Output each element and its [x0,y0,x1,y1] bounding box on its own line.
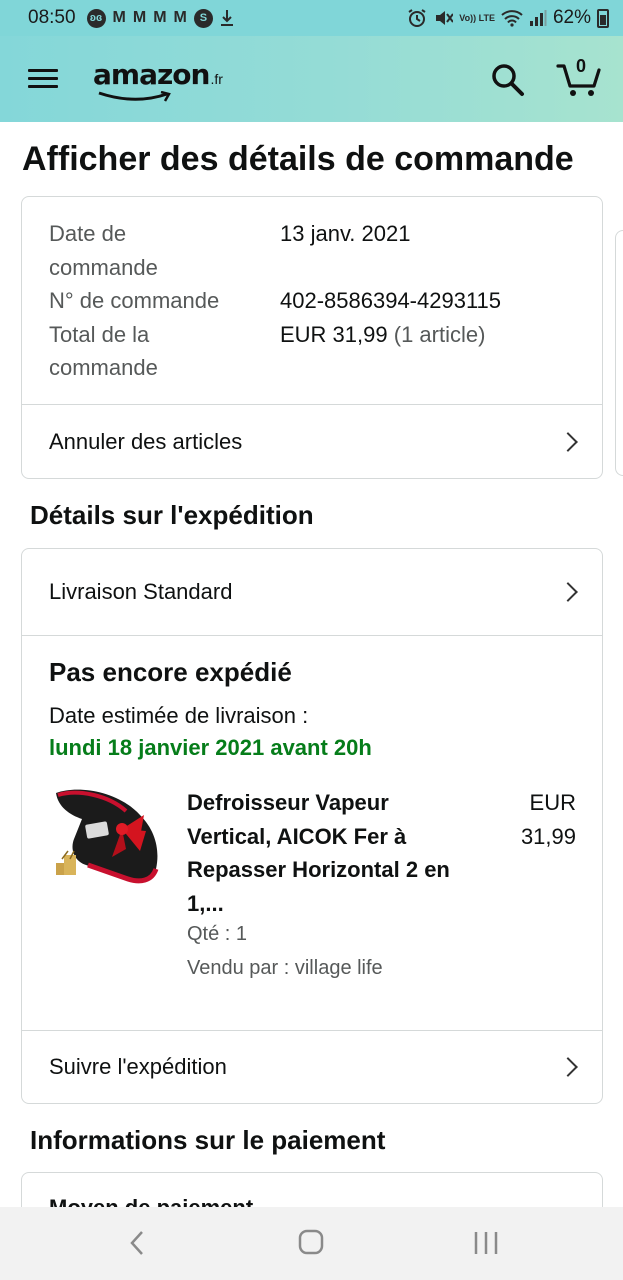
order-number-label: N° de commande [49,288,220,313]
battery-percent: 62% [552,7,591,28]
order-date-row: Date de commande 13 janv. 2021 [49,217,589,284]
product-quantity: Qté : 1 [187,923,248,945]
gmail-icon: M [153,9,167,26]
gmail-icon: M [173,9,187,26]
shazam-icon: S [193,8,213,28]
order-total-row: Total de la commande EUR 31,99 (1 articl… [49,318,589,385]
product-price: EUR 31,99 [494,786,576,853]
status-left: 08:50 ʚɞ M M M M S [28,7,234,29]
chevron-right-icon [558,1057,578,1077]
order-number-row: N° de commande 402-8586394-4293115 [49,284,589,318]
home-icon [298,1229,324,1255]
payment-section-title: Informations sur le paiement [30,1125,386,1155]
order-total-label: Total de la commande [49,321,158,381]
back-chevron-icon [130,1231,143,1255]
cancel-items-link[interactable]: Annuler des articles [22,405,602,479]
download-icon [220,9,234,27]
track-shipment-label: Suivre l'expédition [49,1054,227,1079]
product-seller: Vendu par : village life [187,957,383,979]
logo-word: amazon [93,58,210,91]
page-title: Afficher des détails de commande [22,140,574,178]
product-image[interactable] [48,785,164,895]
home-button[interactable] [291,1227,331,1259]
product-title-link[interactable]: Defroisseur Vapeur Vertical, AICOK Fer à… [187,786,457,920]
signal-icon [529,9,547,27]
order-total-amount: EUR 31,99 [280,321,388,347]
order-summary-grid: Date de commande 13 janv. 2021 N° de com… [49,217,589,385]
amazon-smile-icon [98,91,171,102]
next-card-edge [615,230,623,476]
mute-icon [433,8,454,28]
logo-tld: .fr [210,71,223,87]
amazon-logo[interactable]: amazon.fr [93,58,223,102]
app-header: amazon.fr 0 [0,36,623,122]
recents-icon [474,1232,498,1254]
search-button[interactable] [490,62,526,98]
cancel-items-label: Annuler des articles [49,429,243,454]
gmail-icon: M [112,9,126,26]
product-price-currency: EUR [529,790,576,815]
delivery-estimate-label: Date estimée de livraison : [49,703,309,728]
order-summary-card: Date de commande 13 janv. 2021 N° de com… [21,196,603,479]
shipping-card: Livraison Standard Pas encore expédié Da… [21,548,603,1104]
back-button[interactable] [118,1227,158,1259]
order-date-label: Date de commande [49,221,158,280]
chevron-right-icon [558,582,578,602]
volte-icon: Vo)) LTE [459,12,495,23]
order-number-value: 402-8586394-4293115 [280,288,502,313]
status-time: 08:50 [28,7,76,28]
product-price-amount: 31,99 [520,823,576,849]
system-nav-bar [0,1207,623,1280]
order-total-value: EUR 31,99 (1 article) [280,318,485,385]
track-shipment-link[interactable]: Suivre l'expédition [22,1031,602,1103]
cart-button[interactable]: 0 [556,56,604,100]
shipping-section-title: Détails sur l'expédition [30,500,314,530]
recents-button[interactable] [466,1227,506,1259]
status-bar: 08:50 ʚɞ M M M M S Vo)) LTE 62% [0,0,623,36]
order-date-value: 13 janv. 2021 [280,221,411,246]
divider [22,635,602,636]
search-icon [492,64,524,96]
battery-icon [597,8,609,28]
chevron-right-icon [558,432,578,452]
butterfly-icon: ʚɞ [86,8,106,28]
shipment-status: Pas encore expédié [49,657,292,687]
delivery-estimate-date: lundi 18 janvier 2021 avant 20h [49,735,372,760]
delivery-method-link[interactable]: Livraison Standard [22,549,602,635]
alarm-icon [407,8,427,28]
wifi-icon [501,9,523,27]
gmail-icon: M [132,9,147,26]
delivery-method-label: Livraison Standard [49,579,233,604]
cart-count-badge: 0 [576,56,587,76]
status-right: Vo)) LTE 62% [407,7,609,29]
steam-iron-icon [56,789,159,884]
order-item-count: (1 article) [393,321,486,347]
hamburger-menu-button[interactable] [28,67,58,91]
